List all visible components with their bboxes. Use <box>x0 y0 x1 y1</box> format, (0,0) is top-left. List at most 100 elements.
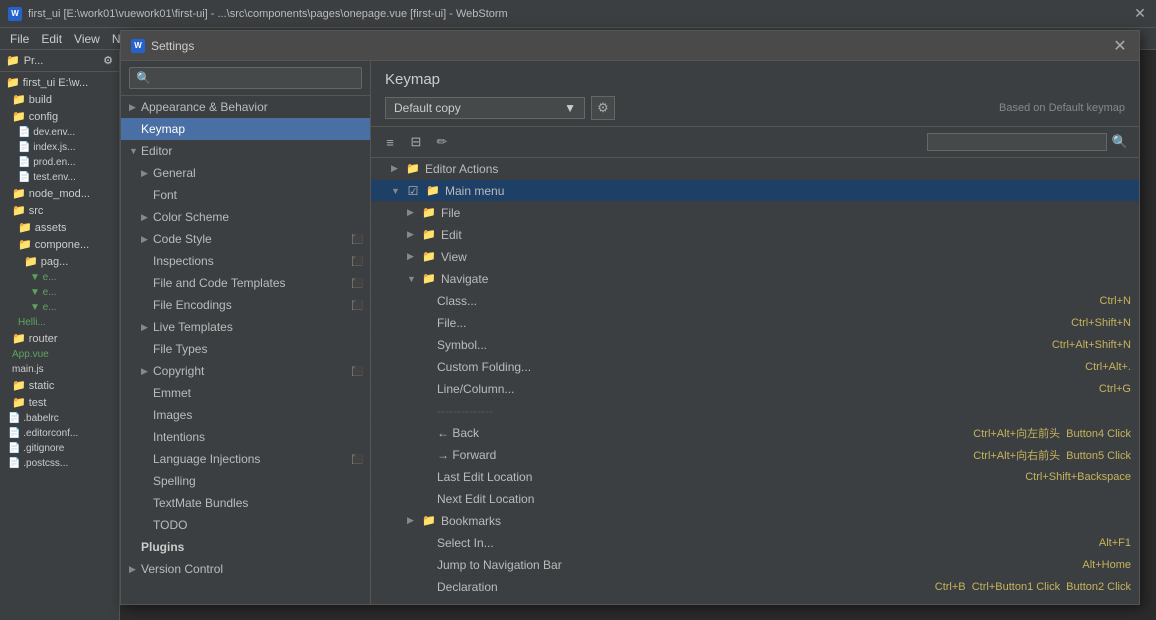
keymap-search-button[interactable]: 🔍 <box>1109 131 1131 153</box>
project-gear[interactable]: ⚙ <box>103 54 113 67</box>
toolbar-edit[interactable]: ✏ <box>431 131 453 153</box>
tree-spelling[interactable]: Spelling <box>121 470 370 492</box>
mm-checkbox[interactable]: ☑ <box>405 183 421 199</box>
project-config[interactable]: 📁 config <box>4 108 115 125</box>
tree-appearance[interactable]: ▶ Appearance & Behavior <box>121 96 370 118</box>
tree-general[interactable]: ▶ General <box>121 162 370 184</box>
tree-copyright[interactable]: ▶ Copyright ⬛ <box>121 360 370 382</box>
tree-file-code-templates[interactable]: File and Code Templates ⬛ <box>121 272 370 294</box>
project-test[interactable]: 📁 test <box>4 394 115 411</box>
km-last-edit[interactable]: Last Edit Location Ctrl+Shift+Backspace <box>371 466 1139 488</box>
project-root[interactable]: 📁 first_ui E:\w... <box>4 74 115 91</box>
km-main-menu[interactable]: ▼ ☑ 📁 Main menu <box>371 180 1139 202</box>
tree-live-templates[interactable]: ▶ Live Templates <box>121 316 370 338</box>
navigate-folder-icon: 📁 <box>421 271 437 287</box>
km-line-column[interactable]: Line/Column... Ctrl+G <box>371 378 1139 400</box>
tree-file-encodings[interactable]: File Encodings ⬛ <box>121 294 370 316</box>
keymap-dropdown[interactable]: Default copy ▼ <box>385 97 585 119</box>
tree-todo[interactable]: TODO <box>121 514 370 536</box>
project-file2[interactable]: ▼ e... <box>4 285 115 300</box>
km-next-edit[interactable]: Next Edit Location <box>371 488 1139 510</box>
project-mainjs[interactable]: main.js <box>4 362 115 377</box>
km-select-in[interactable]: Select In... Alt+F1 <box>371 532 1139 554</box>
dialog-close-button[interactable]: ✕ <box>1111 37 1129 55</box>
project-file3[interactable]: ▼ e... <box>4 300 115 315</box>
toolbar-collapse-all[interactable]: ⊟ <box>405 131 427 153</box>
si-label: Select In... <box>437 536 1091 550</box>
km-back[interactable]: ← Back Ctrl+Alt+向左前头 Button4 Click <box>371 422 1139 444</box>
file-code-templates-label: File and Code Templates <box>153 276 352 290</box>
km-implementations[interactable]: Implementation(s) Ctrl+Alt+B Ctrl+Alt+Bu… <box>371 598 1139 604</box>
project-babelrc[interactable]: 📄 .babelrc <box>4 411 115 426</box>
project-compons[interactable]: 📁 compone... <box>4 236 115 253</box>
decl-label: Declaration <box>437 580 927 594</box>
tree-font[interactable]: Font <box>121 184 370 206</box>
settings-dialog: W Settings ✕ ▶ Appearance & Behavior <box>120 30 1140 605</box>
km-forward[interactable]: → Forward Ctrl+Alt+向右前头 Button5 Click <box>371 444 1139 466</box>
inspections-indicator: ⬛ <box>352 256 362 266</box>
km-symbol[interactable]: Symbol... Ctrl+Alt+Shift+N <box>371 334 1139 356</box>
vc-label: Version Control <box>141 562 362 576</box>
project-assets[interactable]: 📁 assets <box>4 219 115 236</box>
file-types-label: File Types <box>153 342 362 356</box>
project-testenv[interactable]: 📄 test.env... <box>4 170 115 185</box>
project-gitignore[interactable]: 📄 .gitignore <box>4 441 115 456</box>
tree-images[interactable]: Images <box>121 404 370 426</box>
project-static[interactable]: 📁 static <box>4 377 115 394</box>
project-indexjs[interactable]: 📄 index.js... <box>4 140 115 155</box>
tree-textmate[interactable]: TextMate Bundles <box>121 492 370 514</box>
keymap-search-input[interactable] <box>927 133 1107 151</box>
menu-edit[interactable]: Edit <box>35 32 68 46</box>
tree-intentions[interactable]: Intentions <box>121 426 370 448</box>
file-nav-shortcut: Ctrl+Shift+N <box>1071 317 1131 329</box>
settings-search-input[interactable] <box>129 67 362 89</box>
font-arrow <box>141 190 153 200</box>
project-pages[interactable]: 📁 pag... <box>4 253 115 270</box>
tree-lang-injections[interactable]: Language Injections ⬛ <box>121 448 370 470</box>
toolbar-expand-all[interactable]: ≡ <box>379 131 401 153</box>
km-bookmarks[interactable]: ▶ 📁 Bookmarks <box>371 510 1139 532</box>
km-class[interactable]: Class... Ctrl+N <box>371 290 1139 312</box>
class-km-label: Class... <box>437 294 1092 308</box>
tree-emmet[interactable]: Emmet <box>121 382 370 404</box>
tree-plugins[interactable]: Plugins <box>121 536 370 558</box>
le-label: Last Edit Location <box>437 470 1017 484</box>
project-src[interactable]: 📁 src <box>4 202 115 219</box>
project-devenv[interactable]: 📄 dev.env... <box>4 125 115 140</box>
tree-version-control[interactable]: ▶ Version Control <box>121 558 370 580</box>
project-router[interactable]: 📁 router <box>4 330 115 347</box>
project-proden[interactable]: 📄 prod.en... <box>4 155 115 170</box>
menu-file[interactable]: File <box>4 32 35 46</box>
km-file-nav[interactable]: File... Ctrl+Shift+N <box>371 312 1139 334</box>
tree-color-scheme[interactable]: ▶ Color Scheme <box>121 206 370 228</box>
keymap-gear-button[interactable]: ⚙ <box>591 96 615 120</box>
km-declaration[interactable]: Declaration Ctrl+B Ctrl+Button1 Click Bu… <box>371 576 1139 598</box>
menu-view[interactable]: View <box>68 32 106 46</box>
km-navigate[interactable]: ▼ 📁 Navigate <box>371 268 1139 290</box>
km-view[interactable]: ▶ 📁 View <box>371 246 1139 268</box>
tree-editor[interactable]: ▼ Editor <box>121 140 370 162</box>
project-build[interactable]: 📁 build <box>4 91 115 108</box>
project-hello[interactable]: Helli... <box>4 315 115 330</box>
view-km-label: View <box>441 250 1131 264</box>
tree-keymap[interactable]: Keymap <box>121 118 370 140</box>
km-file[interactable]: ▶ 📁 File <box>371 202 1139 224</box>
tree-inspections[interactable]: Inspections ⬛ <box>121 250 370 272</box>
keymap-controls: Default copy ▼ ⚙ Based on Default keymap <box>385 96 1125 120</box>
km-jump-nav[interactable]: Jump to Navigation Bar Alt+Home <box>371 554 1139 576</box>
project-editorconf[interactable]: 📄 .editorconf... <box>4 426 115 441</box>
dialog-title: Settings <box>151 39 194 53</box>
km-custom-folding[interactable]: Custom Folding... Ctrl+Alt+. <box>371 356 1139 378</box>
ide-close-button[interactable]: ✕ <box>1132 6 1148 22</box>
project-postcss[interactable]: 📄 .postcss... <box>4 456 115 471</box>
project-file1[interactable]: ▼ e... <box>4 270 115 285</box>
appearance-arrow: ▶ <box>129 102 141 113</box>
tree-code-style[interactable]: ▶ Code Style ⬛ <box>121 228 370 250</box>
km-edit[interactable]: ▶ 📁 Edit <box>371 224 1139 246</box>
project-appvue[interactable]: App.vue <box>4 347 115 362</box>
bm-folder-icon: 📁 <box>421 513 437 529</box>
project-label: Pr... <box>24 55 44 67</box>
km-editor-actions[interactable]: ▶ 📁 Editor Actions <box>371 158 1139 180</box>
project-nodemods[interactable]: 📁 node_mod... <box>4 185 115 202</box>
tree-file-types[interactable]: File Types <box>121 338 370 360</box>
